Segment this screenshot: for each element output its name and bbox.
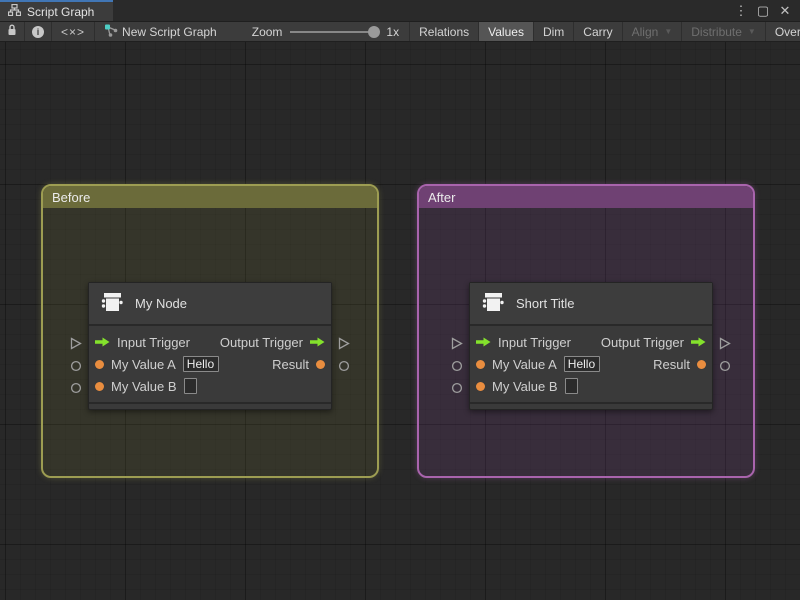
align-dropdown[interactable]: Align ▼ — [623, 22, 683, 41]
node-title: Short Title — [516, 296, 575, 311]
value-a-label: My Value A — [111, 356, 176, 372]
dim-label: Dim — [542, 24, 565, 39]
code-view-button[interactable]: <×> — [52, 22, 96, 41]
close-icon[interactable]: ✕ — [776, 3, 794, 19]
tab-bar: Script Graph ⋮ ▢ ✕ — [0, 0, 800, 22]
info-icon: i — [32, 25, 44, 38]
port-row-value-b: My Value B — [95, 375, 325, 397]
port-row-triggers: Input Trigger Output Trigger — [476, 331, 706, 353]
external-value-a-port[interactable] — [70, 360, 82, 372]
script-graph-window: Script Graph ⋮ ▢ ✕ i <×> New Script Grap… — [0, 0, 800, 600]
window-controls: ⋮ ▢ ✕ — [732, 0, 800, 21]
zoom-value: 1x — [386, 24, 400, 39]
value-a-input[interactable] — [563, 356, 600, 372]
info-button[interactable]: i — [25, 22, 52, 41]
maximize-icon[interactable]: ▢ — [754, 3, 772, 19]
value-a-port-icon[interactable] — [95, 359, 104, 369]
input-trigger-port-icon[interactable] — [95, 337, 110, 347]
distribute-dropdown[interactable]: Distribute ▼ — [682, 22, 766, 41]
value-b-input[interactable] — [183, 378, 197, 394]
group-after-label: After — [428, 189, 456, 205]
zoom-label: Zoom — [251, 24, 283, 39]
value-b-input[interactable] — [564, 378, 578, 394]
values-label: Values — [488, 24, 524, 39]
value-a-label: My Value A — [492, 356, 557, 372]
result-label: Result — [272, 356, 309, 372]
carry-button[interactable]: Carry — [574, 22, 623, 41]
zoom-slider[interactable] — [290, 25, 381, 38]
code-view-icon: <×> — [61, 24, 86, 39]
group-after-header[interactable]: After — [419, 186, 753, 208]
node-title: My Node — [135, 296, 188, 311]
node-body: Input Trigger Output Trigger My Value A — [89, 326, 331, 402]
node-footer — [470, 402, 712, 409]
node-footer — [89, 402, 331, 409]
external-value-b-port[interactable] — [451, 382, 463, 394]
node-header[interactable]: Short Title — [470, 283, 712, 326]
port-row-value-a: My Value A Result — [476, 353, 706, 375]
chevron-down-icon: ▼ — [664, 27, 673, 36]
value-a-port-icon[interactable] — [476, 359, 485, 369]
graph-hierarchy-icon — [7, 3, 22, 19]
window-menu-icon[interactable]: ⋮ — [732, 3, 750, 19]
zoom-control: Zoom 1x — [242, 22, 411, 41]
node-frame: Short Title Input Trigger Output Trigger — [469, 282, 713, 410]
group-before-header[interactable]: Before — [43, 186, 377, 208]
distribute-label: Distribute — [691, 24, 742, 39]
output-trigger-label: Output Trigger — [219, 334, 303, 350]
external-result-port[interactable] — [719, 360, 731, 372]
dim-button[interactable]: Dim — [534, 22, 575, 41]
relations-label: Relations — [419, 24, 470, 39]
result-port-icon[interactable] — [316, 359, 325, 369]
value-b-label: My Value B — [111, 378, 177, 394]
external-input-trigger-port[interactable] — [451, 337, 463, 350]
node-body: Input Trigger Output Trigger My Value A — [470, 326, 712, 402]
input-trigger-port-icon[interactable] — [476, 337, 491, 347]
zoom-slider-handle[interactable] — [368, 25, 381, 38]
group-before-label: Before — [52, 189, 91, 205]
external-value-b-port[interactable] — [70, 382, 82, 394]
lock-icon — [7, 24, 17, 39]
graph-toolbar: i <×> New Script Graph Zoom 1x Relations… — [0, 22, 800, 42]
node-frame: My Node Input Trigger Output Trigger My … — [88, 282, 332, 410]
carry-label: Carry — [583, 24, 613, 39]
port-row-triggers: Input Trigger Output Trigger — [95, 331, 325, 353]
external-output-trigger-port[interactable] — [719, 337, 731, 350]
port-row-value-b: My Value B — [476, 375, 706, 397]
external-output-trigger-port[interactable] — [338, 337, 350, 350]
new-script-graph-label: New Script Graph — [122, 24, 217, 39]
value-b-label: My Value B — [492, 378, 558, 394]
overview-label: Overview — [774, 24, 800, 39]
relations-button[interactable]: Relations — [410, 22, 480, 41]
output-trigger-port-icon[interactable] — [310, 337, 325, 347]
external-input-trigger-port[interactable] — [70, 337, 82, 350]
output-trigger-label: Output Trigger — [600, 334, 684, 350]
result-label: Result — [653, 356, 690, 372]
new-script-graph-button[interactable]: New Script Graph — [95, 22, 226, 41]
align-label: Align — [631, 24, 659, 39]
input-trigger-label: Input Trigger — [117, 334, 190, 350]
external-result-port[interactable] — [338, 360, 350, 372]
result-port-icon[interactable] — [697, 359, 706, 369]
graph-canvas[interactable]: Before After My Node Input Trigger Outpu… — [0, 42, 800, 600]
node-short-title[interactable]: Short Title Input Trigger Output Trigger — [451, 282, 731, 410]
tab-label: Script Graph — [27, 4, 95, 19]
lock-button[interactable] — [0, 22, 25, 41]
overview-button[interactable]: Overview — [766, 22, 800, 41]
port-row-value-a: My Value A Result — [95, 353, 325, 375]
value-b-port-icon[interactable] — [95, 381, 104, 391]
values-button[interactable]: Values — [479, 22, 534, 41]
output-trigger-port-icon[interactable] — [691, 337, 706, 347]
unit-icon — [99, 289, 125, 318]
node-header[interactable]: My Node — [89, 283, 331, 326]
input-trigger-label: Input Trigger — [498, 334, 571, 350]
external-value-a-port[interactable] — [451, 360, 463, 372]
graph-nodes-icon — [104, 24, 118, 40]
chevron-down-icon: ▼ — [747, 27, 756, 36]
tab-script-graph[interactable]: Script Graph — [0, 0, 113, 21]
unit-icon — [480, 289, 506, 318]
node-my-node[interactable]: My Node Input Trigger Output Trigger My … — [70, 282, 350, 410]
value-a-input[interactable] — [182, 356, 219, 372]
value-b-port-icon[interactable] — [476, 381, 485, 391]
